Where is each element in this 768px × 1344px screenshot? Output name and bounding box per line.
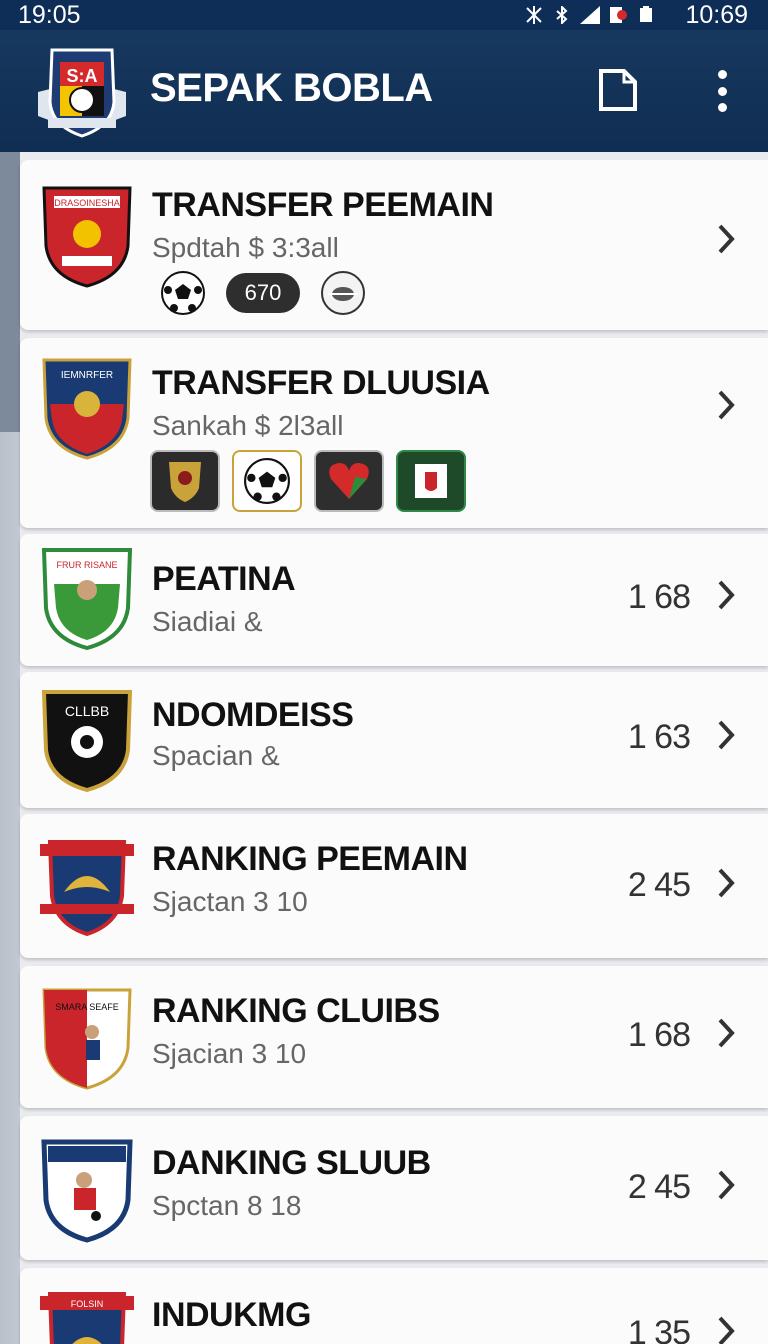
more-dot-icon (717, 103, 727, 112)
status-time-left: 19:05 (18, 1, 81, 29)
battery-icon (640, 6, 652, 22)
eagle-crest-icon (169, 462, 201, 502)
svg-text:IDRASOINESHAI: IDRASOINESHAI (52, 198, 123, 208)
alert-icon (610, 7, 627, 23)
list-item-peatina[interactable]: FRUR RISANE PEATINA Siadiai & 1 68 (20, 534, 768, 666)
item-title: INDUKMG (152, 1296, 311, 1334)
svg-text:S:A: S:A (67, 66, 98, 86)
status-bar: 19:05 10:69 (0, 0, 768, 30)
item-subtitle: Spdtah $ 3:3all (152, 232, 339, 263)
item-badges (150, 450, 466, 512)
document-icon (599, 69, 637, 111)
svg-text:IEMNRFER: IEMNRFER (61, 370, 113, 381)
club-crest-icon (415, 464, 447, 498)
list-edge (0, 152, 20, 432)
list-item-ranking-cluibs[interactable]: SMARA SEAFE RANKING CLUIBS Sjacian 3 10 … (20, 966, 768, 1108)
menu-list: IDRASOINESHAI TRANSFER PEEMAIN Spdtah $ … (0, 152, 768, 1344)
heart-badge-tile[interactable] (314, 450, 384, 512)
item-title: PEATINA (152, 560, 296, 598)
eagle-crest-icon (40, 840, 134, 937)
green-badge-tile[interactable] (396, 450, 466, 512)
item-title: RANKING PEEMAIN (152, 840, 468, 878)
item-title: DANKING SLUUB (152, 1144, 431, 1182)
soccer-ball-icon (244, 458, 290, 504)
chevron-right-icon (718, 868, 735, 898)
item-title: NDOMDEISS (152, 696, 354, 734)
more-dot-icon (717, 70, 727, 79)
item-subtitle: Sankah $ 2l3all (152, 410, 344, 441)
chevron-right-icon (718, 1018, 735, 1048)
chevron-right-icon (718, 1170, 735, 1200)
ball-icon (321, 271, 365, 315)
item-subtitle: Sjactan 3 10 (152, 886, 308, 917)
item-title: RANKING CLUIBS (152, 992, 440, 1030)
app-logo: S:A (34, 42, 130, 140)
item-title: TRANSFER PEEMAIN (152, 186, 494, 224)
list-item-ranking-pemain[interactable]: RANKING PEEMAIN Sjactan 3 10 2 45 (20, 814, 768, 958)
item-value: 1 35 (627, 1314, 691, 1344)
club-crest-icon: SMARA SEAFE (42, 988, 132, 1090)
svg-text:CLLBB: CLLBB (65, 703, 109, 719)
count-badge: 670 (226, 273, 300, 313)
item-value: 2 45 (627, 1168, 691, 1206)
list-item-transfer-dluusia[interactable]: IEMNRFER TRANSFER DLUUSIA Sankah $ 2l3al… (20, 338, 768, 528)
nfc-icon (526, 6, 542, 24)
club-badge-tile[interactable] (150, 450, 220, 512)
app-title: SEPAK BOBLA (150, 66, 433, 110)
chevron-right-icon (718, 1316, 735, 1344)
item-subtitle: Siadiai & (152, 606, 263, 637)
item-badges: 670 (160, 270, 366, 316)
item-title: TRANSFER DLUUSIA (152, 364, 490, 402)
status-time-right: 10:69 (685, 1, 748, 29)
club-crest-icon: IDRASOINESHAI (42, 186, 132, 288)
list-item-ndomdeiss[interactable]: CLLBB NDOMDEISS Spacian & 1 63 (20, 672, 768, 808)
club-crest-icon (41, 1139, 133, 1243)
bluetooth-icon (556, 6, 568, 24)
item-value: 1 68 (627, 578, 691, 616)
list-item-transfer-pemain[interactable]: IDRASOINESHAI TRANSFER PEEMAIN Spdtah $ … (20, 160, 768, 330)
list-item-danking-sluub[interactable]: DANKING SLUUB Spctan 8 18 2 45 (20, 1116, 768, 1260)
ball-badge-tile[interactable] (232, 450, 302, 512)
item-subtitle: Sjacian 3 10 (152, 1038, 307, 1069)
svg-text:SMARA SEAFE: SMARA SEAFE (55, 1002, 119, 1012)
document-button[interactable] (596, 66, 640, 114)
app-bar: S:A SEPAK BOBLA (0, 30, 768, 152)
chevron-right-icon (718, 720, 735, 750)
item-value: 2 45 (627, 866, 691, 904)
more-options-button[interactable] (700, 66, 744, 116)
signal-icon (580, 6, 600, 24)
svg-text:FOLSIN: FOLSIN (71, 1299, 104, 1309)
club-crest-icon: CLLBB (41, 690, 133, 793)
item-subtitle: Spacian & (152, 740, 280, 771)
item-value: 1 63 (627, 718, 691, 756)
list-item-indukmg[interactable]: FOLSIN INDUKMG 1 35 (20, 1268, 768, 1344)
club-crest-icon: FRUR RISANE (41, 548, 133, 651)
chevron-right-icon (718, 224, 735, 254)
club-crest-icon: FOLSIN (40, 1292, 134, 1344)
item-subtitle: Spctan 8 18 (152, 1190, 302, 1221)
status-icons (524, 6, 656, 24)
club-crest-icon: IEMNRFER (42, 358, 132, 460)
more-dot-icon (717, 86, 727, 96)
chevron-right-icon (718, 390, 735, 420)
soccer-ball-icon (161, 271, 205, 315)
heart-icon (329, 463, 369, 499)
shield-logo-icon: S:A (38, 48, 126, 138)
svg-text:FRUR RISANE: FRUR RISANE (56, 560, 117, 570)
chevron-right-icon (718, 580, 735, 610)
item-value: 1 68 (627, 1016, 691, 1054)
